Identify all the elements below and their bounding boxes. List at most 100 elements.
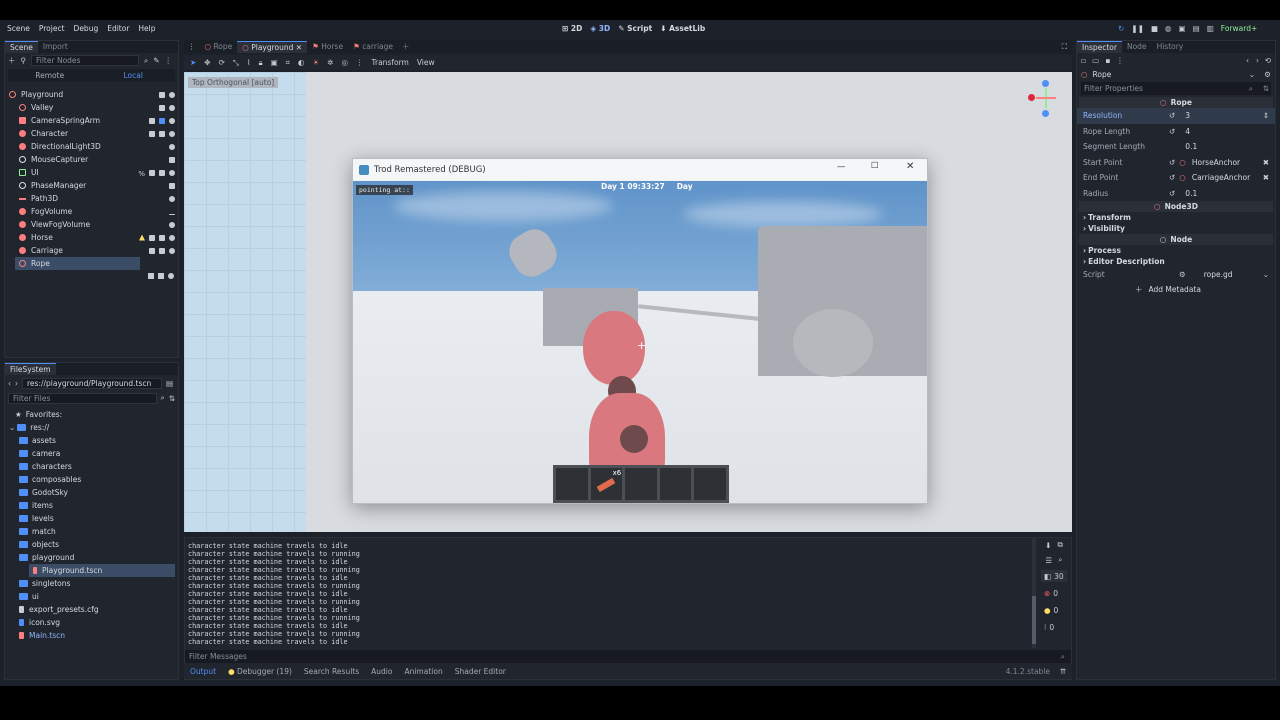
folder-playground[interactable]: playground [5, 551, 178, 564]
link-icon[interactable]: ⚲ [21, 56, 27, 65]
tab-node[interactable]: Node [1122, 41, 1152, 53]
folder-levels[interactable]: levels [5, 512, 178, 525]
folder-ui[interactable]: ui [5, 590, 178, 603]
local-button[interactable]: Local [92, 71, 176, 80]
lock-icon[interactable]: 🔒︎ [259, 58, 263, 68]
folder-godotsky[interactable]: GodotSky [5, 486, 178, 499]
mode-3d-button[interactable]: ◈ 3D [590, 24, 610, 33]
history-back-icon[interactable]: ‹ [1246, 56, 1249, 65]
visibility-eye-icon[interactable] [169, 117, 175, 124]
movie-icon[interactable]: ▤ [1193, 24, 1200, 33]
axis-gizmo[interactable] [1028, 80, 1064, 117]
section-editor-description[interactable]: › Editor Description [1077, 256, 1275, 267]
filter-files-input[interactable]: Filter Files [8, 392, 157, 404]
tab-history[interactable]: History [1152, 41, 1189, 53]
res-root-row[interactable]: ⌄ res:// [5, 421, 178, 434]
revert-icon[interactable]: ↺ [1169, 189, 1175, 198]
mode-assetlib-button[interactable]: ⬇ AssetLib [660, 24, 705, 33]
prop-script[interactable]: Script ⚙ rope.gd ⌄ [1077, 267, 1275, 283]
menu-help[interactable]: Help [138, 24, 155, 33]
errors-toggle[interactable]: ⊗ 0 [1041, 587, 1067, 599]
add-tab-icon[interactable]: ＋ [402, 41, 410, 52]
hotbar-slot[interactable] [694, 468, 726, 500]
prop-radius[interactable]: Radius ↺ 0.1 [1077, 186, 1275, 202]
mode-script-button[interactable]: ✎ Script [618, 24, 652, 33]
tree-node-rope[interactable]: Rope [15, 257, 140, 270]
minimize-icon[interactable]: — [837, 162, 846, 172]
visibility-eye-icon[interactable] [169, 195, 175, 202]
tab-search-results[interactable]: Search Results [298, 667, 365, 676]
visibility-eye-icon[interactable] [169, 234, 175, 241]
tree-node-ui[interactable]: UI% [5, 166, 178, 179]
view-menu[interactable]: View [417, 58, 435, 67]
visibility-eye-icon[interactable] [168, 273, 174, 279]
visibility-eye-icon[interactable] [169, 143, 175, 150]
revert-icon[interactable]: ↺ [1169, 127, 1175, 136]
sort-icon[interactable]: ⇅ [169, 394, 175, 403]
open-resource-icon[interactable]: ▭ [1092, 56, 1099, 65]
section-process[interactable]: › Process [1077, 245, 1275, 256]
prop-start-point[interactable]: Start Point ↺ ○ HorseAnchor ✖ [1077, 155, 1275, 171]
select-tool-icon[interactable]: ➤ [190, 58, 196, 67]
file-export-presets[interactable]: export_presets.cfg [5, 603, 178, 616]
sort-icon[interactable]: ⇅ [1263, 84, 1269, 93]
folder-items[interactable]: items [5, 499, 178, 512]
tree-node-cameraspringarm[interactable]: CameraSpringArm [5, 114, 178, 127]
file-playground-tscn[interactable]: Playground.tscn [29, 564, 175, 577]
tab-filesystem[interactable]: FileSystem [5, 363, 56, 375]
copy-icon[interactable]: ⧉ [1057, 540, 1062, 550]
prop-resolution[interactable]: Resolution ↺ 3 ⇕ [1077, 108, 1275, 124]
environment-icon[interactable]: ✲ [327, 58, 333, 67]
favorites-row[interactable]: ★ Favorites: [5, 408, 178, 421]
back-icon[interactable]: ‹ [8, 379, 11, 388]
section-transform[interactable]: › Transform [1077, 212, 1275, 223]
scene-tab-playground[interactable]: ○ Playground ✕ [237, 40, 308, 53]
hotbar-slot[interactable] [625, 468, 657, 500]
preview-icon[interactable]: ◎ [341, 58, 348, 67]
transform-menu[interactable]: Transform [372, 58, 409, 67]
revert-icon[interactable]: ↺ [1169, 158, 1175, 167]
clear-icon[interactable]: ✖ [1263, 158, 1269, 167]
tab-scene[interactable]: Scene [5, 41, 38, 53]
sun-icon[interactable]: ☀ [312, 58, 319, 67]
tab-shader-editor[interactable]: Shader Editor [449, 667, 512, 676]
tools-icon[interactable]: ⚙ [1264, 70, 1271, 79]
layout-icon[interactable]: ▥ [1207, 24, 1214, 33]
rotate-tool-icon[interactable]: ⟳ [219, 58, 225, 67]
more-icon[interactable]: ⋮ [1116, 56, 1124, 65]
tree-node-viewfogvolume[interactable]: ViewFogVolume [5, 218, 178, 231]
local-space-icon[interactable]: ◐ [298, 58, 305, 67]
file-icon-svg[interactable]: icon.svg [5, 616, 178, 629]
mode-2d-button[interactable]: ⊞ 2D [562, 24, 582, 33]
script-icon[interactable] [158, 273, 164, 279]
visibility-eye-icon[interactable] [169, 130, 175, 137]
folder-objects[interactable]: objects [5, 538, 178, 551]
new-resource-icon[interactable]: ▫ [1081, 56, 1086, 65]
scale-tool-icon[interactable]: ⤡ [233, 58, 239, 68]
tree-node-path3d[interactable]: Path3D [5, 192, 178, 205]
tree-node-playground[interactable]: Playground [5, 88, 178, 101]
save-resource-icon[interactable]: ▪ [1105, 56, 1110, 65]
chevron-down-icon[interactable]: ⌄ [1263, 270, 1269, 279]
scene-tab-carriage[interactable]: ⚑ carriage [348, 41, 398, 53]
tree-node-directionallight3d[interactable]: DirectionalLight3D [5, 140, 178, 153]
forward-icon[interactable]: › [15, 379, 18, 388]
menu-project[interactable]: Project [39, 24, 65, 33]
tree-node-carriage[interactable]: Carriage [5, 244, 178, 257]
tab-output[interactable]: Output [184, 667, 222, 676]
visibility-eye-icon[interactable] [169, 91, 175, 98]
close-icon[interactable]: ✕ [906, 161, 914, 172]
tab-import[interactable]: Import [38, 41, 73, 53]
tab-inspector[interactable]: Inspector [1077, 41, 1122, 53]
visibility-eye-icon[interactable] [169, 104, 175, 111]
object-history-icon[interactable]: ⟲ [1265, 56, 1271, 65]
tab-animation[interactable]: Animation [398, 667, 448, 676]
game-window-titlebar[interactable]: Trod Remastered (DEBUG) — ☐ ✕ [353, 159, 927, 180]
tree-node-fogvolume[interactable]: FogVolume [5, 205, 178, 218]
menu-scene[interactable]: Scene [7, 24, 30, 33]
folder-match[interactable]: match [5, 525, 178, 538]
snap-icon[interactable]: ⌗ [286, 58, 290, 68]
history-forward-icon[interactable]: › [1256, 56, 1259, 65]
viewport-view-label[interactable]: Top Orthogonal [auto] [188, 77, 279, 88]
filter-nodes-input[interactable]: Filter Nodes [31, 55, 139, 66]
